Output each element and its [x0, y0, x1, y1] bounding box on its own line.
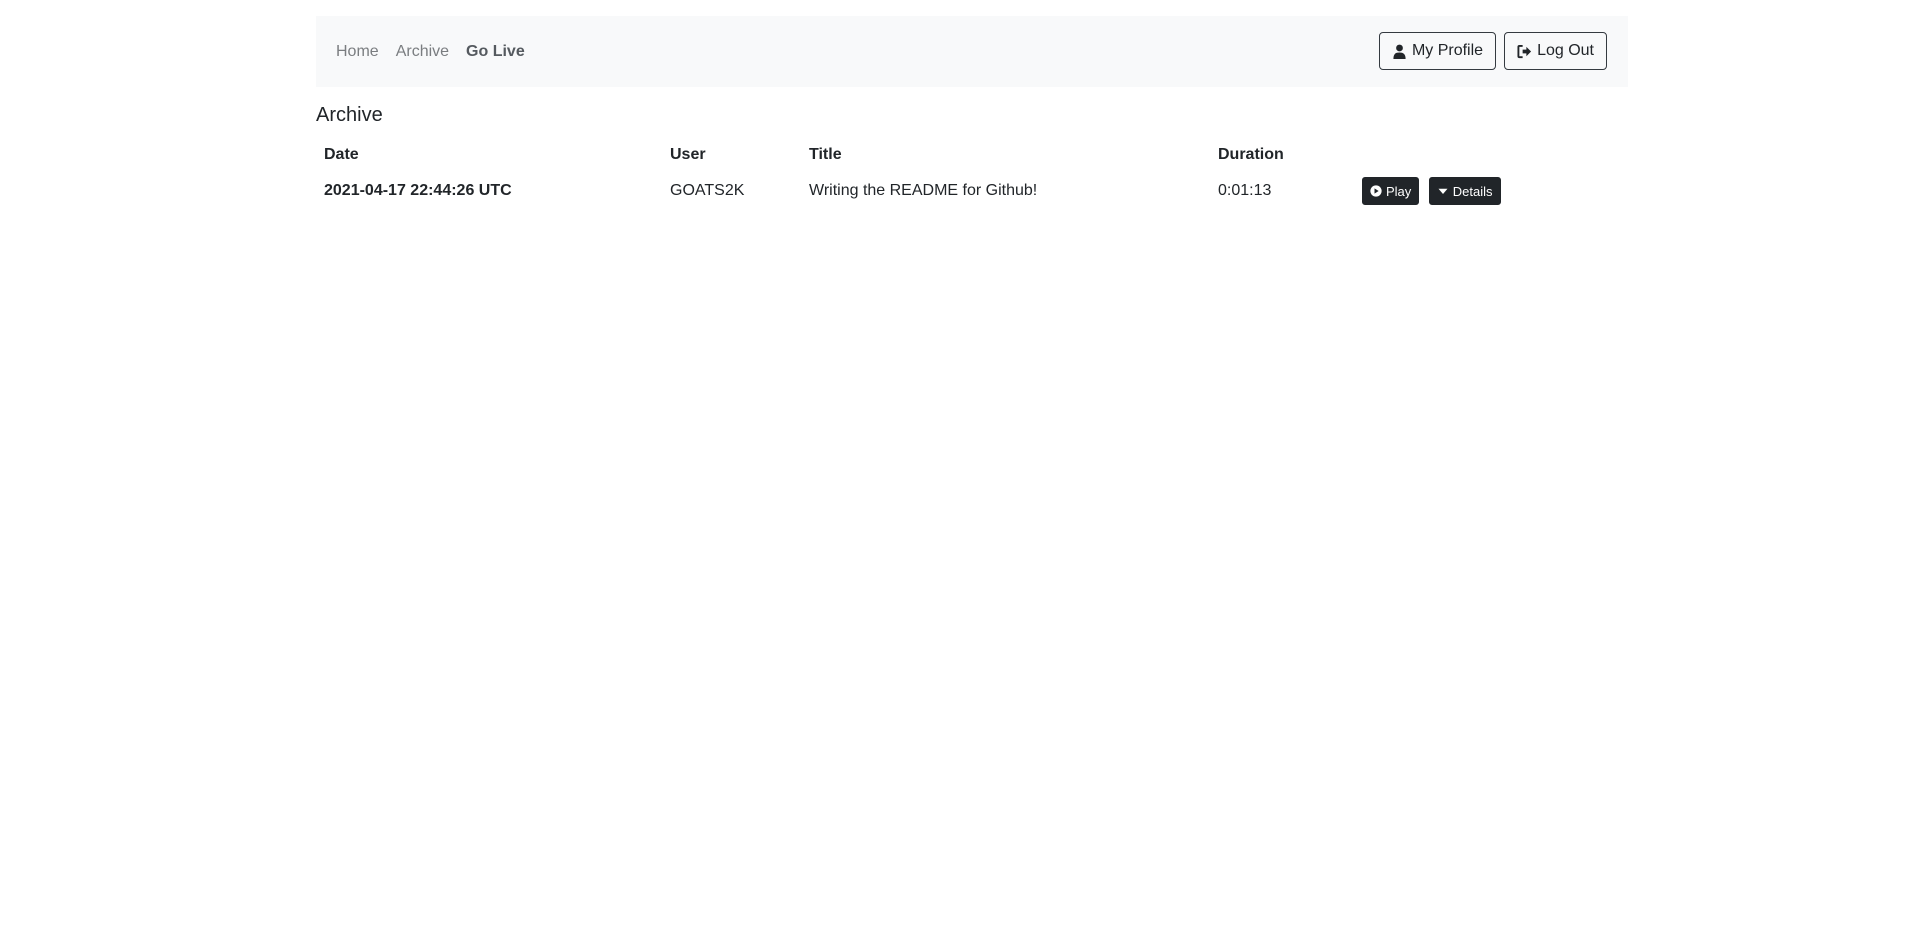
log-out-button[interactable]: Log Out	[1504, 32, 1607, 70]
details-button[interactable]: Details	[1428, 177, 1501, 205]
nav-link-archive[interactable]: Archive	[396, 43, 449, 61]
nav-link-go-live[interactable]: Go Live	[466, 43, 525, 61]
navbar: Home Archive Go Live My Profile Log Out	[316, 16, 1628, 87]
sign-out-icon	[1517, 44, 1532, 58]
play-circle-icon	[1370, 185, 1382, 197]
nav-link-home[interactable]: Home	[336, 43, 379, 61]
column-header-title: Title	[809, 146, 842, 163]
table-header-row: Date User Title Duration	[316, 144, 1628, 166]
play-label: Play	[1386, 183, 1412, 199]
details-label: Details	[1452, 183, 1493, 199]
column-header-date: Date	[324, 146, 359, 163]
caret-down-icon	[1438, 188, 1448, 194]
row-user: GOATS2K	[670, 182, 745, 199]
my-profile-label: My Profile	[1411, 42, 1484, 59]
row-duration: 0:01:13	[1218, 182, 1272, 199]
user-icon	[1393, 44, 1406, 59]
row-title: Writing the README for Github!	[809, 182, 1038, 199]
nav-links: Home Archive Go Live	[336, 16, 542, 87]
column-header-user: User	[670, 146, 706, 163]
my-profile-button[interactable]: My Profile	[1378, 32, 1497, 70]
archive-table: Date User Title Duration 2021-04-17 22:4…	[316, 144, 1628, 216]
row-actions: Play Details	[1354, 166, 1628, 216]
table-row: 2021-04-17 22:44:26 UTC GOATS2K Writing …	[316, 166, 1628, 216]
column-header-actions	[1354, 144, 1628, 166]
play-button[interactable]: Play	[1362, 177, 1420, 205]
page-title: Archive	[316, 104, 383, 126]
log-out-label: Log Out	[1537, 42, 1594, 59]
column-header-duration: Duration	[1218, 146, 1284, 163]
nav-actions: My Profile Log Out	[1378, 32, 1607, 70]
row-date: 2021-04-17 22:44:26 UTC	[324, 182, 512, 199]
